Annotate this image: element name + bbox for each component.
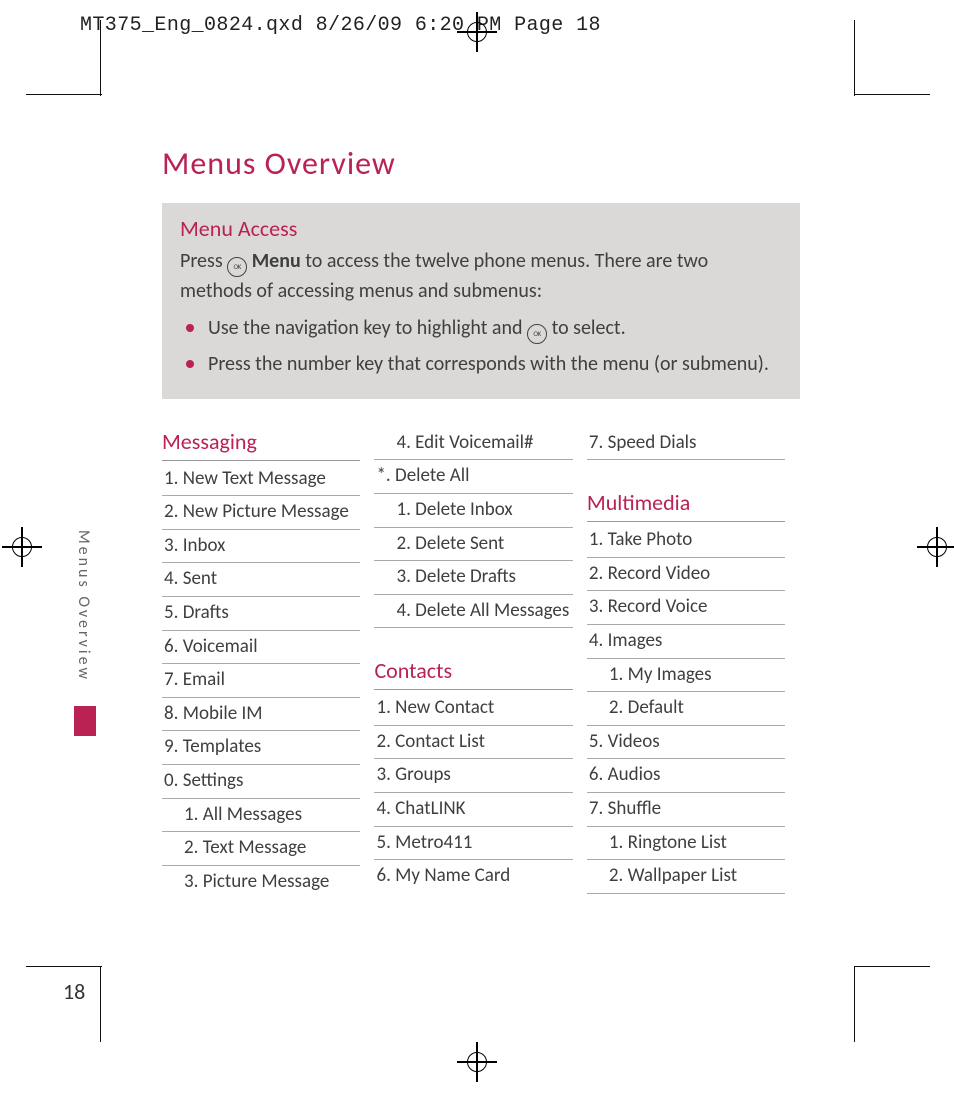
list-item: 6. Audios <box>587 759 785 793</box>
column-2: 4. Edit Voicemail# *. Delete All 1. Dele… <box>374 427 586 899</box>
list-subitem: 2. Wallpaper List <box>587 860 785 894</box>
list-subitem: 1. Delete Inbox <box>374 494 572 528</box>
column-3: 7. Speed Dials Multimedia 1. Take Photo … <box>587 427 799 899</box>
crop-mark <box>854 966 855 1042</box>
access-menu-word: Menu <box>252 249 301 273</box>
list-subitem: 2. Default <box>587 692 785 726</box>
list-item: 2. Record Video <box>587 558 785 592</box>
list-item: 4. Sent <box>162 563 360 597</box>
list-item: 5. Metro411 <box>374 827 572 861</box>
list-item: 9. Templates <box>162 731 360 765</box>
list-item: 1. Take Photo <box>587 524 785 558</box>
list-item: 5. Videos <box>587 726 785 760</box>
registration-mark-bottom <box>465 1050 489 1074</box>
list-subitem: 3. Picture Message <box>162 866 360 899</box>
registration-mark-right <box>925 535 949 559</box>
list-item: 2. Contact List <box>374 726 572 760</box>
access-press: Press <box>180 249 227 273</box>
list-subitem: 1. My Images <box>587 659 785 693</box>
menu-access-heading: Menu Access <box>180 213 782 245</box>
access-bullet-2: Press the number key that corresponds wi… <box>180 350 782 379</box>
crop-mark <box>854 94 930 95</box>
page-body: Menus Overview Menu Access Press OK Menu… <box>100 94 854 966</box>
list-item: 1. New Contact <box>374 692 572 726</box>
access-bullet-1: Use the navigation key to highlight and … <box>180 314 782 344</box>
page-title: Menus Overview <box>162 144 800 183</box>
list-item: 6. Voicemail <box>162 631 360 665</box>
crop-mark <box>100 966 101 1042</box>
ok-key-icon: OK <box>227 257 247 277</box>
list-subitem: 3. Delete Drafts <box>374 561 572 595</box>
messaging-head: Messaging <box>162 427 360 461</box>
list-item: *. Delete All <box>374 460 572 494</box>
list-item: 5. Drafts <box>162 597 360 631</box>
list-subitem: 2. Delete Sent <box>374 528 572 562</box>
page-number: 18 <box>63 978 85 1005</box>
list-item: 7. Email <box>162 664 360 698</box>
multimedia-head: Multimedia <box>587 488 785 522</box>
list-subitem: 2. Text Message <box>162 832 360 866</box>
bullet1-b: to select. <box>552 316 626 340</box>
print-slugline: MT375_Eng_0824.qxd 8/26/09 6:20 PM Page … <box>80 14 601 37</box>
list-item: 4. Images <box>587 625 785 659</box>
list-item: 2. New Picture Message <box>162 496 360 530</box>
side-tab-bar <box>74 706 96 736</box>
list-item: 3. Record Voice <box>587 591 785 625</box>
list-item: 6. My Name Card <box>374 860 572 893</box>
list-subitem: 4. Delete All Messages <box>374 595 572 629</box>
list-item: 1. New Text Message <box>162 463 360 497</box>
menu-access-box: Menu Access Press OK Menu to access the … <box>162 203 800 399</box>
menu-access-paragraph: Press OK Menu to access the twelve phone… <box>180 247 782 306</box>
registration-mark-top <box>465 20 489 44</box>
crop-mark <box>26 966 102 967</box>
side-tab: Menus Overview <box>74 530 96 740</box>
ok-key-icon: OK <box>527 324 547 344</box>
bullet1-a: Use the navigation key to highlight and <box>208 316 527 340</box>
list-subitem: 1. Ringtone List <box>587 827 785 861</box>
crop-mark <box>26 94 102 95</box>
crop-mark <box>854 20 855 96</box>
list-item: 7. Speed Dials <box>587 427 785 461</box>
list-subitem: 4. Edit Voicemail# <box>374 427 572 461</box>
list-item: 8. Mobile IM <box>162 698 360 732</box>
list-subitem: 1. All Messages <box>162 799 360 833</box>
registration-mark-left <box>10 535 34 559</box>
list-item: 3. Groups <box>374 759 572 793</box>
menu-columns: Messaging 1. New Text Message 2. New Pic… <box>162 427 800 899</box>
column-1: Messaging 1. New Text Message 2. New Pic… <box>162 427 374 899</box>
crop-mark <box>100 20 101 96</box>
side-tab-label: Menus Overview <box>74 530 93 682</box>
contacts-head: Contacts <box>374 656 572 690</box>
list-item: 3. Inbox <box>162 530 360 564</box>
crop-mark <box>854 966 930 967</box>
list-item: 7. Shuffle <box>587 793 785 827</box>
list-item: 4. ChatLINK <box>374 793 572 827</box>
list-item: 0. Settings <box>162 765 360 799</box>
